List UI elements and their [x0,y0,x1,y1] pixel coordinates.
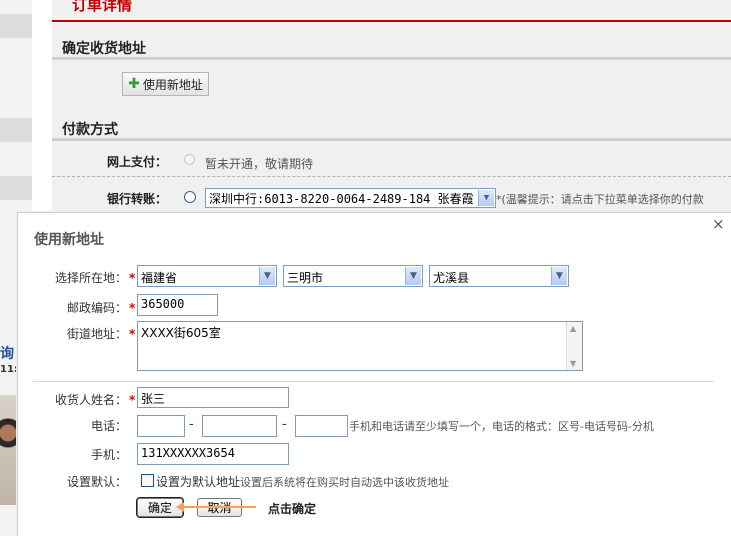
phone-number-input[interactable] [202,415,277,437]
city-value: 三明市 [287,271,324,285]
county-value: 尤溪县 [433,271,470,285]
use-new-address-button[interactable]: ✚ 使用新地址 [122,72,209,96]
use-new-address-label: 使用新地址 [142,77,203,92]
page-title: 订单详情 [72,0,133,14]
chevron-down-icon: ▼ [551,267,567,285]
bank-transfer-label: 银行转账： [107,192,168,206]
scroll-up-icon[interactable]: ▲ [570,324,576,333]
online-payment-status: 暂未开通，敬请期待 [205,157,314,171]
recipient-name-input[interactable]: 张三 [137,387,289,408]
province-value: 福建省 [141,271,178,285]
zip-label: 邮政编码： * [67,299,135,316]
bank-account-select[interactable]: 深圳中行:6013-8220-0064-2489-184 张春霞 ▼ [205,188,496,208]
recipient-name-label: 收货人姓名： * [55,391,135,408]
phone-separator: - [189,417,194,432]
annotation-arrow-icon [176,502,184,512]
city-select[interactable]: 三明市 ▼ [283,265,423,287]
default-label: 设置默认： [67,475,128,489]
phone-hint: 手机和电话请至少填写一个，电话的格式：区号-电话号码-分机 [349,420,654,433]
textarea-scrollbar[interactable]: ▲ ▼ [566,322,582,370]
required-mark: * [129,393,136,407]
region-label: 选择所在地： * [55,269,135,286]
sidebar-fragment-time: 11: [0,364,18,375]
phone-extension-input[interactable] [295,415,348,437]
chevron-down-icon: ▼ [405,267,421,285]
zip-input[interactable]: 365000 [137,294,218,316]
title-divider [52,20,731,22]
section-title-address: 确定收货地址 [62,41,146,57]
section-divider [52,138,731,141]
online-payment-label: 网上支付： [107,155,168,169]
required-mark: * [129,327,136,341]
phone-label: 电话： [91,419,128,433]
scroll-down-icon[interactable]: ▼ [570,359,576,368]
online-payment-radio[interactable] [184,154,195,165]
street-textarea[interactable]: XXXX街605室 ▲ ▼ [137,321,583,371]
default-address-checkbox-label[interactable]: 设置为默认地址 [156,473,240,490]
sidebar-row[interactable] [0,14,32,38]
mobile-input[interactable]: 131XXXXXX3654 [137,443,289,465]
sidebar-fragment-text[interactable]: 询 [0,343,14,363]
section-title-payment: 付款方式 [62,122,118,138]
required-mark: * [129,301,136,315]
region-label-text: 选择所在地： [55,271,128,285]
dialog-title: 使用新地址 [34,232,104,248]
annotation-text: 点击确定 [268,502,317,516]
payment-divider [52,176,731,177]
chevron-down-icon: ▼ [478,190,494,206]
close-icon[interactable]: × [712,217,725,232]
chevron-down-icon: ▼ [259,267,275,285]
street-value: XXXX街605室 [141,326,221,340]
sidebar-row[interactable] [0,118,32,142]
bank-account-value: 深圳中行:6013-8220-0064-2489-184 张春霞 [209,192,474,206]
bank-tip: *(温馨提示：请点击下拉菜单选择你的付款 [496,193,704,206]
plus-icon: ✚ [128,76,140,92]
phone-area-input[interactable] [137,415,185,437]
street-label-text: 街道地址： [67,327,128,341]
section-divider [52,57,731,60]
dialog-divider [33,381,714,382]
sidebar-row[interactable] [0,176,32,200]
recipient-name-label-text: 收货人姓名： [55,393,128,407]
bank-transfer-radio[interactable] [184,191,196,203]
default-address-checkbox[interactable] [141,474,154,487]
default-address-description: 设置后系统将在购买时自动选中该收货地址 [240,476,449,489]
mobile-label: 手机： [91,448,128,462]
zip-label-text: 邮政编码： [67,301,128,315]
required-mark: * [129,271,136,285]
phone-separator: - [282,417,287,432]
annotation-arrow-line [180,506,256,508]
street-label: 街道地址： * [67,325,135,342]
province-select[interactable]: 福建省 ▼ [137,265,277,287]
county-select[interactable]: 尤溪县 ▼ [429,265,569,287]
